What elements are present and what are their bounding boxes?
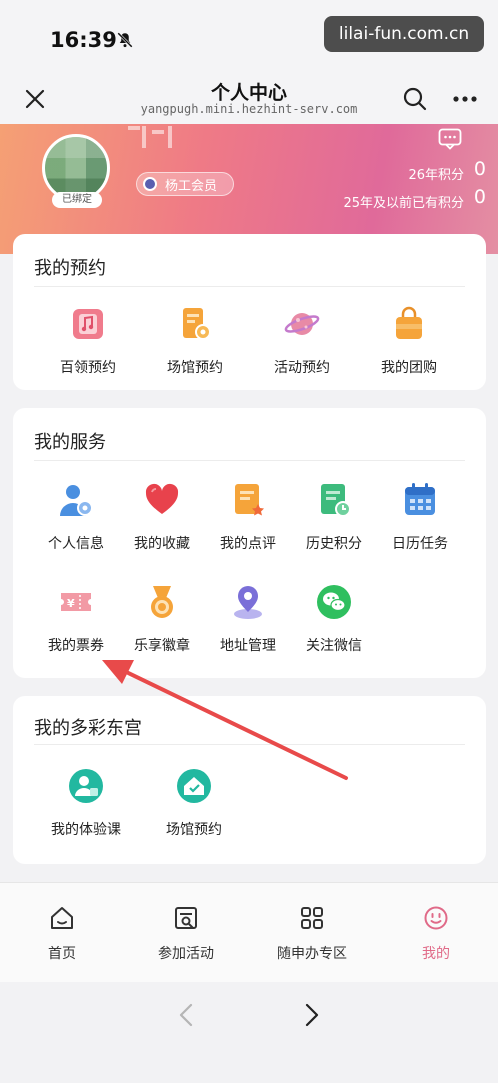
grid-icon (301, 907, 323, 929)
bell-muted-icon (117, 32, 133, 48)
nav-bar: 个人中心 yangpugh.mini.hezhint-serv.com (0, 72, 498, 126)
grid-item-label: 场馆预约 (166, 822, 222, 838)
services-title: 我的服务 (34, 432, 106, 453)
grid-item-label: 个人信息 (48, 536, 104, 552)
points-prior-value: 0 (473, 186, 486, 208)
grid-item-address[interactable]: 地址管理 (203, 584, 293, 655)
chevron-left-icon[interactable] (172, 1000, 202, 1030)
smile-icon (424, 906, 448, 930)
grid-item-favorites[interactable]: 我的收藏 (117, 482, 207, 553)
location-pin-icon (234, 586, 262, 619)
points-this-year: 26年积分 (408, 164, 464, 183)
svg-text:¥: ¥ (67, 597, 75, 610)
banner-decoration-icon (128, 126, 172, 148)
grid-item-label: 场馆预约 (167, 360, 223, 376)
points-prior-label: 25年及以前已有积分 (343, 196, 464, 211)
grid-item-activity-reservation[interactable]: 活动预约 (257, 306, 347, 377)
points-history-icon (321, 484, 351, 517)
bound-badge: 已绑定 (52, 192, 102, 208)
divider (34, 460, 465, 461)
reservations-card: 我的预约 百领预约 场馆预约 活动预约 我的团购 (13, 234, 486, 390)
divider (34, 744, 465, 745)
points-prior: 25年及以前已有积分 (343, 192, 464, 211)
colorful-title: 我的多彩东宫 (34, 718, 142, 739)
calendar-icon (405, 483, 435, 515)
medal-icon (151, 586, 173, 618)
search-icon[interactable] (400, 84, 430, 114)
grid-item-label: 我的体验课 (51, 822, 121, 838)
wechat-icon (317, 585, 351, 619)
union-logo-icon (143, 177, 157, 191)
review-icon (235, 484, 264, 516)
message-icon[interactable] (438, 128, 462, 150)
ticket-icon: ¥ (61, 593, 91, 611)
grid-item-label: 我的点评 (220, 536, 276, 552)
grid-item-label: 我的票券 (48, 638, 104, 654)
tab-activities[interactable]: 参加活动 (136, 905, 236, 963)
home-venue-icon (177, 769, 211, 803)
tab-mine[interactable]: 我的 (386, 905, 486, 963)
tab-label: 参加活动 (158, 946, 214, 962)
grid-item-label: 我的收藏 (134, 536, 190, 552)
status-bar: 16:39 lilai-fun.com.cn (0, 0, 498, 78)
colorful-card: 我的多彩东宫 我的体验课 场馆预约 (13, 696, 486, 864)
venue-icon (183, 308, 211, 340)
shopping-bag-icon (396, 306, 422, 339)
planet-icon (284, 313, 320, 335)
grid-item-label: 我的团购 (381, 360, 437, 376)
reservations-title: 我的预约 (34, 258, 106, 279)
grid-item-trial-class[interactable]: 我的体验课 (41, 768, 131, 839)
grid-item-venue-reservation-2[interactable]: 场馆预约 (149, 768, 239, 839)
tab-label: 随申办专区 (277, 946, 347, 962)
tab-label: 首页 (48, 946, 76, 962)
class-icon (69, 769, 103, 803)
member-label: 杨工会员 (165, 178, 218, 194)
grid-item-my-tickets[interactable]: ¥ 我的票券 (31, 584, 121, 655)
music-note-icon (73, 309, 103, 339)
grid-item-label: 关注微信 (306, 638, 362, 654)
home-icon (51, 907, 73, 929)
grid-item-wechat[interactable]: 关注微信 (289, 584, 379, 655)
chevron-right-icon[interactable] (296, 1000, 326, 1030)
user-icon (60, 485, 93, 516)
grid-item-group-buy[interactable]: 我的团购 (364, 306, 454, 377)
grid-item-label: 历史积分 (306, 536, 362, 552)
points-this-year-value: 0 (473, 158, 486, 180)
grid-item-reviews[interactable]: 我的点评 (203, 482, 293, 553)
grid-item-points-history[interactable]: 历史积分 (289, 482, 379, 553)
services-card: 我的服务 个人信息 我的收藏 我的点评 历史积分 日历任务 ¥ 我的票券 乐享徽… (13, 408, 486, 678)
grid-item-venue-reservation[interactable]: 场馆预约 (150, 306, 240, 377)
member-badge[interactable]: 杨工会员 (136, 172, 234, 196)
activity-icon (175, 907, 197, 929)
grid-item-calendar-tasks[interactable]: 日历任务 (375, 482, 465, 553)
grid-item-label: 百领预约 (60, 360, 116, 376)
tab-label: 我的 (422, 946, 450, 962)
tab-bar: 首页 参加活动 随申办专区 我的 (0, 882, 498, 982)
heart-icon (145, 483, 179, 514)
grid-item-label: 日历任务 (392, 536, 448, 552)
grid-item-bailing-reservation[interactable]: 百领预约 (43, 306, 133, 377)
browser-nav-bar (0, 982, 498, 1083)
more-icon[interactable] (450, 84, 480, 114)
grid-item-label: 地址管理 (220, 638, 276, 654)
watermark: lilai-fun.com.cn (324, 16, 484, 52)
tab-suishenban[interactable]: 随申办专区 (262, 905, 362, 963)
grid-item-personal-info[interactable]: 个人信息 (31, 482, 121, 553)
grid-item-label: 活动预约 (274, 360, 330, 376)
status-time: 16:39 (50, 28, 117, 52)
grid-item-badges[interactable]: 乐享徽章 (117, 584, 207, 655)
divider (34, 286, 465, 287)
tab-home[interactable]: 首页 (12, 905, 112, 963)
points-this-year-label: 26年积分 (408, 168, 464, 183)
grid-item-label: 乐享徽章 (134, 638, 190, 654)
